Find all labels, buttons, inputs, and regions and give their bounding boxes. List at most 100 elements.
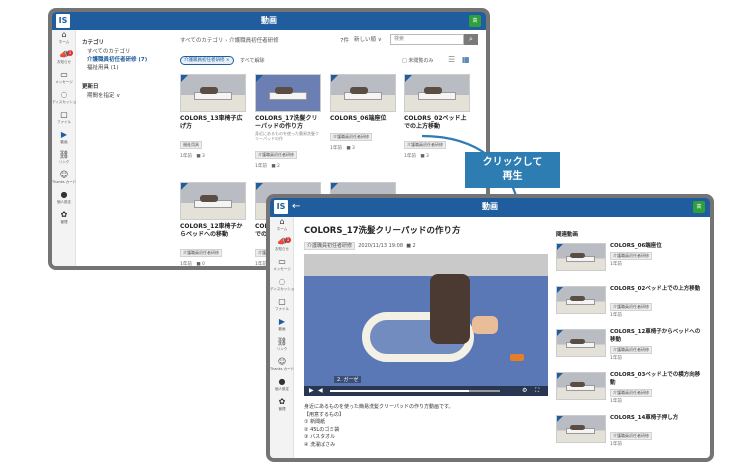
fullscreen-icon[interactable]: ⛶	[535, 387, 539, 395]
video-card-title[interactable]: COLORS_12車椅子からベッドへの移動	[180, 223, 246, 239]
volume-icon[interactable]: ◀	[318, 387, 323, 395]
new-marker	[557, 416, 563, 422]
search-icon[interactable]: ⌕	[464, 34, 478, 45]
play-icon[interactable]: ▶	[309, 387, 314, 395]
callout-line-1: クリックして	[482, 157, 543, 168]
category-tag[interactable]: 介護職員初任者研修	[330, 133, 372, 141]
sidebar-item-label: お知らせ	[57, 60, 71, 64]
sidebar-item-discussion[interactable]: ◌ディスカッション	[52, 90, 76, 110]
sidebar-item-notification[interactable]: 📣 お知らせ 1	[52, 50, 76, 70]
related-video-meta: 1年前	[610, 313, 622, 318]
category-tag[interactable]: 介護職員初任者研修	[610, 252, 652, 260]
video-card-title[interactable]: COLORS_06端座位	[330, 115, 396, 123]
sidebar-item-label: 管理	[60, 220, 68, 224]
related-video-thumbnail[interactable]	[556, 372, 606, 400]
description-line: ④ 洗濯ばさみ	[304, 441, 336, 448]
sidebar-item-video[interactable]: ▶ 動画	[270, 317, 294, 337]
related-video-thumbnail[interactable]	[556, 329, 606, 357]
sort-select[interactable]: 新しい順 ∨	[354, 35, 382, 43]
video-meta: 介護職員初任者研修 2020/11/13 19:08 ■ 2	[304, 242, 416, 250]
category-tag[interactable]: 介護職員初任者研修	[610, 432, 652, 440]
grid-view-icon[interactable]: ▦	[462, 56, 471, 64]
video-card-title[interactable]: COLORS_17洗髪クリーパッドの作り方	[255, 115, 321, 131]
sidebar-item-label: リンク	[276, 347, 288, 351]
video-thumbnail[interactable]	[330, 74, 396, 112]
sidebar-item-notification[interactable]: 📣 お知らせ 1	[270, 237, 294, 257]
sidebar-item-thanks[interactable]: ☺ Thanks カード	[52, 170, 76, 190]
video-thumbnail[interactable]	[255, 74, 321, 112]
sidebar-item-thanks[interactable]: ☺ Thanks カード	[270, 357, 294, 377]
video-card[interactable]: COLORS_17洗髪クリーパッドの作り方 身近にあるものを使った簡易洗髪クリーパ…	[255, 74, 321, 169]
sidebar-item-video[interactable]: ▶ 動画	[52, 130, 76, 150]
video-card[interactable]: COLORS_06端座位 介護職員初任者研修 1年前 ■ 3	[330, 74, 396, 151]
video-thumbnail[interactable]	[180, 182, 246, 220]
video-frame-person	[430, 274, 470, 344]
category-tag[interactable]: 介護職員初任者研修	[610, 346, 652, 354]
clear-all-link[interactable]: すべて解除	[240, 57, 264, 64]
related-video-title[interactable]: COLORS_06端座位	[610, 243, 702, 251]
video-card[interactable]: COLORS_13車椅子広げ方 福祉用具 1年前 ■ 3	[180, 74, 246, 159]
video-card[interactable]: COLORS_12車椅子からベッドへの移動 介護職員初任者研修 1年前 ■ 0	[180, 182, 246, 266]
sidebar-item-file[interactable]: ▢ ファイル	[52, 110, 76, 130]
related-video-item[interactable]: COLORS_06端座位 介護職員初任者研修 1年前	[556, 243, 706, 283]
date-range-filter[interactable]: 期間を指定 ∨	[82, 92, 172, 100]
breadcrumb[interactable]: すべてのカテゴリ › 介護職員初任者研修	[180, 36, 279, 44]
related-video-thumbnail[interactable]	[556, 415, 606, 443]
sidebar-item-message[interactable]: ▭ メッセージ	[52, 70, 76, 90]
video-thumbnail[interactable]	[404, 74, 470, 112]
category-item-selected[interactable]: 介護職員初任者研修 (7)	[82, 56, 172, 64]
sidebar-item-profile[interactable]: ● 個人設定	[52, 190, 76, 210]
user-avatar[interactable]: 高	[693, 201, 705, 213]
sidebar-item-link[interactable]: ⛓ リンク	[52, 150, 76, 170]
video-frame-hand	[472, 316, 498, 334]
video-thumbnail[interactable]	[180, 74, 246, 112]
category-tag[interactable]: 介護職員初任者研修	[610, 303, 652, 311]
thumbnail-person	[200, 87, 219, 94]
related-video-title[interactable]: COLORS_12車椅子からベッドへの移動	[610, 329, 702, 344]
related-video-title[interactable]: COLORS_14車椅子押し方	[610, 415, 702, 423]
sidebar-item-link[interactable]: ⛓ リンク	[270, 337, 294, 357]
list-view-icon[interactable]: ☰	[448, 56, 457, 64]
category-tag[interactable]: 介護職員初任者研修	[255, 151, 297, 159]
category-item[interactable]: 福祉用具 (1)	[82, 64, 172, 72]
user-avatar[interactable]: 高	[469, 15, 481, 27]
file-icon: ▢	[278, 297, 286, 306]
sidebar-item-file[interactable]: ▢ ファイル	[270, 297, 294, 317]
related-video-thumbnail[interactable]	[556, 243, 606, 271]
video-player[interactable]: 2. ガーゼ ▶ ◀ ⚙ ⛶	[304, 254, 548, 396]
category-tag[interactable]: 福祉用具	[180, 141, 202, 149]
search-input[interactable]: 検索	[390, 34, 464, 45]
new-marker	[181, 183, 188, 190]
category-tag[interactable]: 介護職員初任者研修	[180, 249, 222, 257]
sidebar-item-settings[interactable]: ✿ 管理	[270, 397, 294, 417]
filter-chip[interactable]: 介護職員初任者研修 ×	[180, 56, 234, 65]
sidebar-item-message[interactable]: ▭ メッセージ	[270, 257, 294, 277]
related-video-item[interactable]: COLORS_12車椅子からベッドへの移動 介護職員初任者研修 1年前	[556, 329, 706, 369]
thumbnail-person	[275, 87, 294, 94]
video-card-title[interactable]: COLORS_13車椅子広げ方	[180, 115, 246, 131]
category-tag[interactable]: 介護職員初任者研修	[304, 242, 356, 250]
settings-icon[interactable]: ⚙	[522, 387, 527, 395]
new-marker	[557, 244, 563, 250]
seek-bar[interactable]	[330, 390, 500, 392]
related-video-item[interactable]: COLORS_03ベッド上での横方向移動 介護職員初任者研修 1年前	[556, 372, 706, 412]
unwatched-only-checkbox[interactable]: □ 未閲覧のみ	[402, 57, 433, 64]
page-title: 動画	[261, 16, 277, 25]
related-video-thumbnail[interactable]	[556, 286, 606, 314]
related-video-title[interactable]: COLORS_03ベッド上での横方向移動	[610, 372, 702, 387]
related-video-item[interactable]: COLORS_14車椅子押し方 介護職員初任者研修 1年前	[556, 415, 706, 455]
category-item[interactable]: すべてのカテゴリ	[82, 48, 172, 56]
sidebar-item-discussion[interactable]: ◌ディスカッション	[270, 277, 294, 297]
video-card-meta: 1年前 ■ 2	[255, 164, 280, 169]
related-video-item[interactable]: COLORS_02ベッド上での上方移動 介護職員初任者研修 1年前	[556, 286, 706, 326]
new-marker	[331, 183, 338, 190]
sidebar-item-home[interactable]: ⌂ ホーム	[270, 217, 294, 237]
thumbnail-person	[350, 87, 369, 94]
new-marker	[557, 287, 563, 293]
sidebar-item-home[interactable]: ⌂ ホーム	[52, 30, 76, 50]
category-tag[interactable]: 介護職員初任者研修	[610, 389, 652, 397]
related-videos: 関連動画 COLORS_06端座位 介護職員初任者研修 1年前 COLORS_02ベッ…	[556, 230, 706, 458]
sidebar-item-settings[interactable]: ✿ 管理	[52, 210, 76, 230]
sidebar-item-profile[interactable]: ● 個人設定	[270, 377, 294, 397]
related-video-title[interactable]: COLORS_02ベッド上での上方移動	[610, 286, 702, 294]
